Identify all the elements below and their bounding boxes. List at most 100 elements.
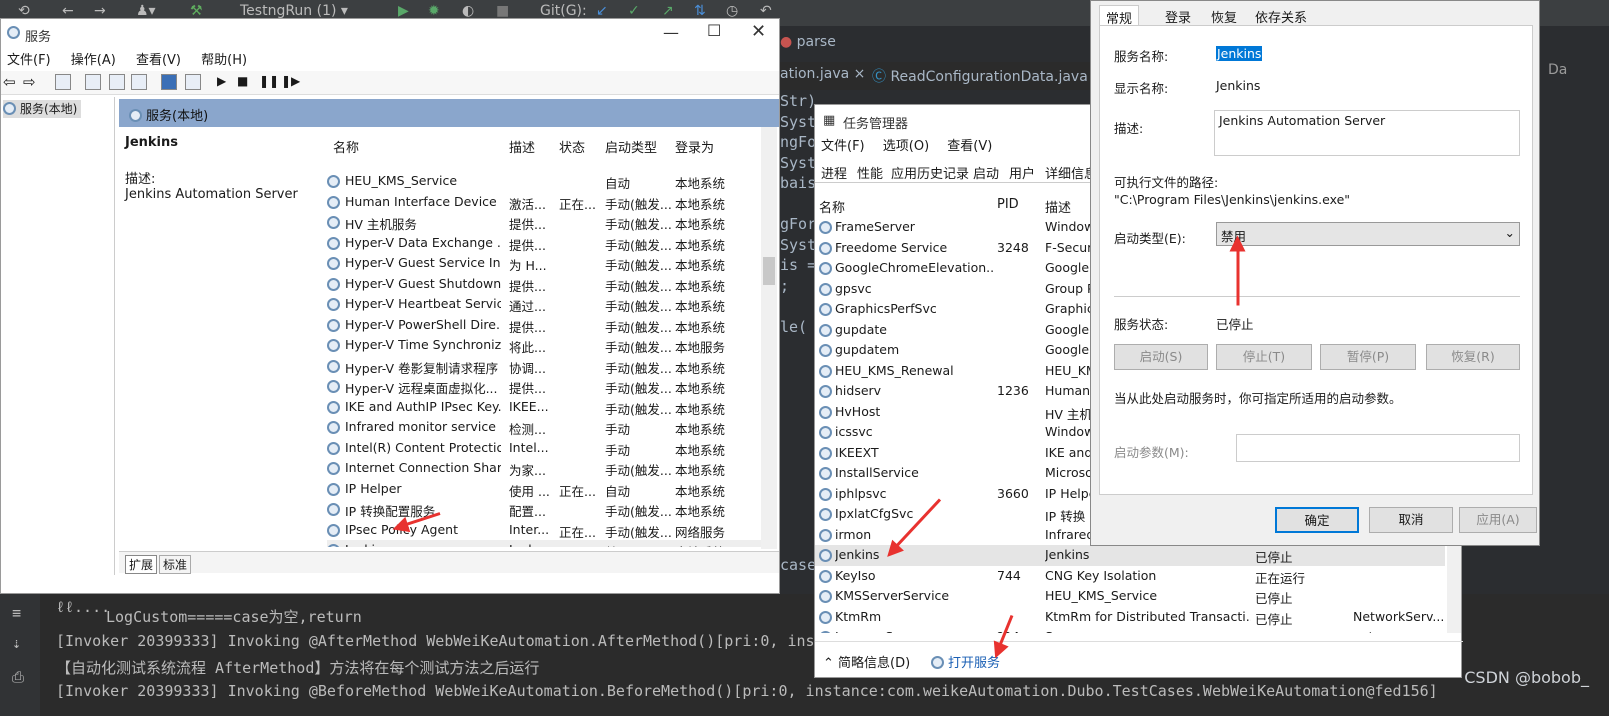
tm-col-pid[interactable]: PID <box>997 197 1019 212</box>
debug-icon[interactable]: ✹ <box>428 3 440 19</box>
startup-type-select[interactable]: 禁用⌄ <box>1216 222 1520 246</box>
menu-help[interactable]: 帮助(H) <box>201 53 247 68</box>
pause-button[interactable]: 暂停(P) <box>1320 344 1416 370</box>
table-row[interactable]: Hyper-V PowerShell Dire... 提供... 手动(触发... 本… <box>327 315 761 336</box>
tab-users[interactable]: 用户 <box>1009 163 1035 182</box>
table-row[interactable]: KtmRm KtmRm for Distributed Transacti... 已… <box>815 607 1445 628</box>
close-button[interactable]: ✕ <box>751 21 766 42</box>
stop-icon[interactable]: ■ <box>496 3 509 19</box>
help-icon[interactable] <box>161 74 177 90</box>
pause-icon[interactable]: ❚❚ <box>259 74 279 88</box>
git-fetch-icon[interactable]: ⇅ <box>694 3 706 19</box>
tree-item-services-local[interactable]: 服务(本地) <box>3 100 81 118</box>
ide-tab-ation[interactable]: ation.java × <box>780 66 865 82</box>
display-name-value[interactable]: Jenkins <box>1216 78 1260 93</box>
back-icon[interactable]: ← <box>62 3 74 19</box>
ide-tab-read[interactable]: Ⓒ ReadConfigurationData.java <box>872 66 1088 86</box>
start-param-input[interactable] <box>1236 434 1520 462</box>
run-config-dropdown[interactable]: TestngRun (1) ▾ <box>240 3 348 19</box>
ide-tab-parse[interactable]: ● parse <box>780 34 836 50</box>
desc-textbox[interactable]: Jenkins Automation Server <box>1214 110 1520 156</box>
table-row[interactable]: IP 转换配置服务 配置... 手动(触发... 本地系统 <box>327 499 761 520</box>
table-row[interactable]: Hyper-V Time Synchroniz... 将此... 手动(触发... 本… <box>327 335 761 356</box>
maximize-button[interactable]: ☐ <box>707 21 721 40</box>
cancel-button[interactable]: 取消 <box>1369 507 1453 533</box>
table-row[interactable]: Hyper-V 远程桌面虚拟化... 提供... 手动(触发... 本地系统 <box>327 376 761 397</box>
table-row[interactable]: Hyper-V 卷影复制请求程序 协调... 手动(触发... 本地系统 <box>327 356 761 377</box>
table-row[interactable]: IP Helper 使用 ... 正在... 自动 本地系统 <box>327 479 761 500</box>
table-row[interactable]: Hyper-V Data Exchange ... 提供... 手动(触发... 本地… <box>327 233 761 254</box>
revert-icon[interactable]: ↶ <box>760 3 772 19</box>
table-row[interactable]: KMSServerService HEU_KMS_Service 已停止 <box>815 586 1445 607</box>
start-icon[interactable]: ▶ <box>217 74 226 88</box>
scroll-end-icon[interactable]: ⇣ <box>12 634 21 652</box>
table-row[interactable]: LanmanServer?24Server正在运行netsvcs <box>815 627 1445 633</box>
git-commit-icon[interactable]: ✓ <box>628 3 640 19</box>
ok-button[interactable]: 确定 <box>1275 507 1359 533</box>
tab-extended[interactable]: 扩展 <box>125 555 158 574</box>
minimize-button[interactable]: — <box>663 23 679 42</box>
table-row[interactable]: KeyIso 744 CNG Key Isolation 正在运行 <box>815 566 1445 587</box>
col-desc[interactable]: 描述 <box>509 137 535 156</box>
tm-menu-options[interactable]: 选项(O) <box>883 139 929 154</box>
tab-performance[interactable]: 性能 <box>857 163 883 182</box>
git-update-icon[interactable]: ↙ <box>596 3 608 19</box>
mmc-icon[interactable] <box>185 74 201 90</box>
col-name[interactable]: 名称 <box>333 137 359 156</box>
col-logon[interactable]: 登录为 <box>675 137 714 156</box>
table-row[interactable]: Jenkins Jenk... 禁用本地系统 <box>327 540 761 547</box>
tab-processes[interactable]: 进程 <box>821 163 847 182</box>
menu-view[interactable]: 查看(V) <box>136 53 181 68</box>
coverage-icon[interactable]: ◐ <box>462 3 474 19</box>
col-status[interactable]: 状态 <box>559 137 585 156</box>
run-icon[interactable]: ▶ <box>398 3 409 19</box>
stop-button[interactable]: 停止(T) <box>1216 344 1312 370</box>
tab-standard[interactable]: 标准 <box>159 555 192 574</box>
forward-icon[interactable]: → <box>94 3 106 19</box>
git-push-icon[interactable]: ↗ <box>662 3 674 19</box>
tab-logon[interactable]: 登录 <box>1165 7 1191 26</box>
table-row[interactable]: Hyper-V Guest Service In... 为 H... 手动(触发..… <box>327 253 761 274</box>
back-icon[interactable]: ⇦ <box>3 73 16 91</box>
tab-dependencies[interactable]: 依存关系 <box>1255 7 1307 26</box>
tm-col-desc[interactable]: 描述 <box>1045 197 1071 216</box>
user-icon[interactable]: ♟▾ <box>136 3 156 19</box>
brief-info-button[interactable]: ⌃ 简略信息(D) <box>823 652 910 671</box>
tm-menu-view[interactable]: 查看(V) <box>947 139 992 154</box>
print-icon[interactable]: ⎙ <box>12 668 24 686</box>
sync-icon[interactable]: ⟲ <box>18 3 30 19</box>
table-row[interactable]: Hyper-V Heartbeat Service 通过... 手动(触发... 本地… <box>327 294 761 315</box>
services-scrollbar[interactable] <box>761 127 777 549</box>
table-row[interactable]: Jenkins Jenkins 已停止 <box>815 545 1445 566</box>
table-row[interactable]: Human Interface Device ... 激活... 正在... 手动(触… <box>327 192 761 213</box>
history-icon[interactable]: ◷ <box>726 3 738 19</box>
scroll-thumb[interactable] <box>763 257 775 285</box>
table-row[interactable]: HEU_KMS_Service 自动 本地系统 <box>327 171 761 192</box>
table-row[interactable]: IKE and AuthIP IPsec Key... IKEE... 手动(触发.… <box>327 397 761 418</box>
stop-icon[interactable]: ■ <box>237 74 248 88</box>
tab-recovery[interactable]: 恢复 <box>1211 7 1237 26</box>
ide-right-tab[interactable]: Da <box>1548 62 1609 92</box>
apply-button[interactable]: 应用(A) <box>1459 507 1537 533</box>
restart-icon[interactable]: ❚▶ <box>281 74 300 88</box>
wrap-icon[interactable]: ≡ <box>12 604 21 622</box>
refresh-icon[interactable] <box>109 74 125 90</box>
menu-action[interactable]: 操作(A) <box>71 53 116 68</box>
table-row[interactable]: Intel(R) Content Protectio... Intel... 手动 本… <box>327 438 761 459</box>
tm-col-name[interactable]: 名称 <box>819 197 845 216</box>
hammer-icon[interactable]: ⚒ <box>190 3 203 19</box>
start-button[interactable]: 启动(S) <box>1114 344 1208 370</box>
service-name-value[interactable]: Jenkins <box>1216 46 1263 61</box>
table-row[interactable]: HV 主机服务 提供... 手动(触发... 本地系统 <box>327 212 761 233</box>
col-startup[interactable]: 启动类型 <box>605 137 657 156</box>
tm-menu-file[interactable]: 文件(F) <box>821 139 865 154</box>
menu-file[interactable]: 文件(F) <box>7 53 51 68</box>
console-tree-icon[interactable] <box>55 74 71 90</box>
tab-app-history[interactable]: 应用历史记录 <box>891 163 969 182</box>
tab-startup[interactable]: 启动 <box>973 163 999 182</box>
table-row[interactable]: Hyper-V Guest Shutdown... 提供... 手动(触发... 本地… <box>327 274 761 295</box>
properties-icon[interactable] <box>85 74 101 90</box>
forward-icon[interactable]: ⇨ <box>23 73 36 91</box>
table-row[interactable]: Infrared monitor service 检测... 手动 本地系统 <box>327 417 761 438</box>
table-row[interactable]: Internet Connection Shari... 为家... 手动(触发..… <box>327 458 761 479</box>
